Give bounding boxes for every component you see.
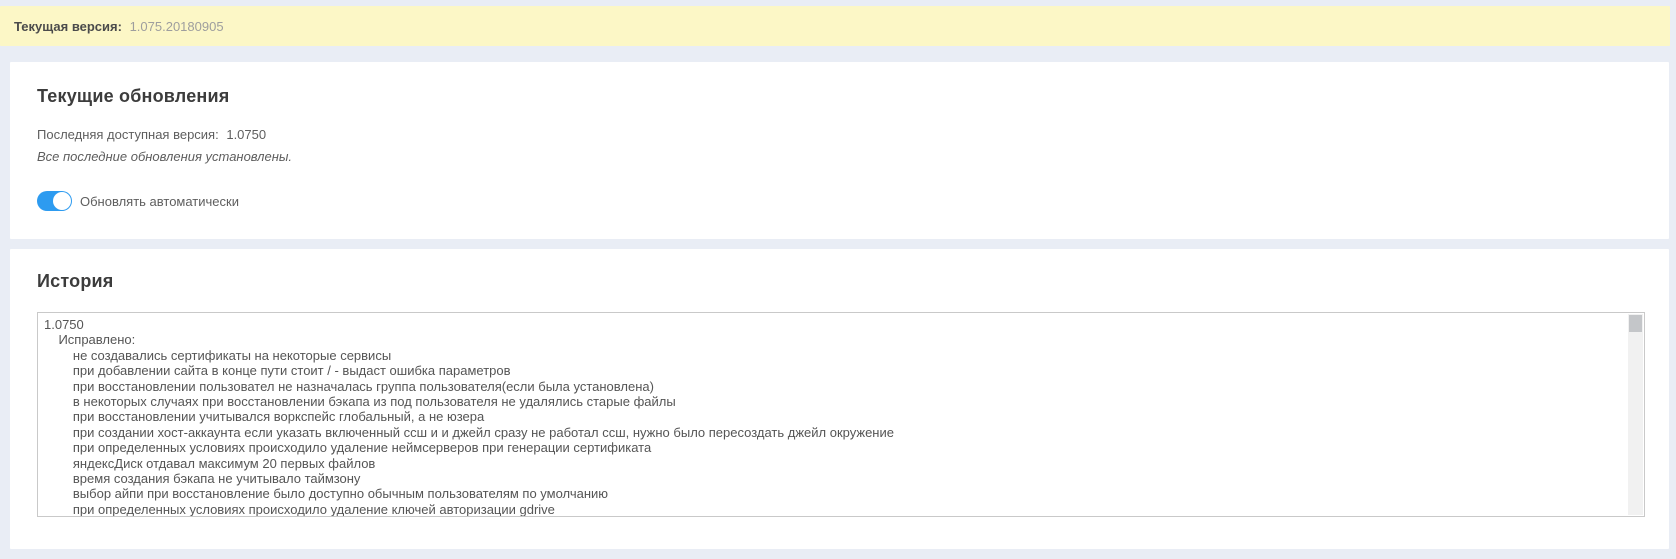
scrollbar-thumb[interactable] xyxy=(1629,315,1642,332)
current-updates-title: Текущие обновления xyxy=(37,86,1641,107)
changelog-text: 1.0750 Исправлено: не создавались сертиф… xyxy=(38,313,1644,517)
history-card: История 1.0750 Исправлено: не создавалис… xyxy=(10,249,1669,549)
latest-version-value: 1.0750 xyxy=(226,127,266,142)
history-title: История xyxy=(37,271,1645,292)
auto-update-row: Обновлять автоматически xyxy=(37,191,1641,211)
current-version-banner: Текущая версия: 1.075.20180905 xyxy=(0,6,1670,46)
current-updates-card: Текущие обновления Последняя доступная в… xyxy=(10,62,1669,239)
current-version-label: Текущая версия: xyxy=(14,19,122,34)
changelog-scrollbar[interactable] xyxy=(1628,314,1643,515)
current-version-value: 1.075.20180905 xyxy=(130,19,224,34)
changelog-textarea[interactable]: 1.0750 Исправлено: не создавались сертиф… xyxy=(37,312,1645,517)
latest-version-label: Последняя доступная версия: xyxy=(37,127,219,142)
auto-update-label: Обновлять автоматически xyxy=(80,194,239,209)
latest-version-line: Последняя доступная версия: 1.0750 xyxy=(37,127,1641,142)
auto-update-toggle[interactable] xyxy=(37,191,72,211)
updates-status-note: Все последние обновления установлены. xyxy=(37,149,1641,164)
toggle-knob-icon xyxy=(53,192,71,210)
